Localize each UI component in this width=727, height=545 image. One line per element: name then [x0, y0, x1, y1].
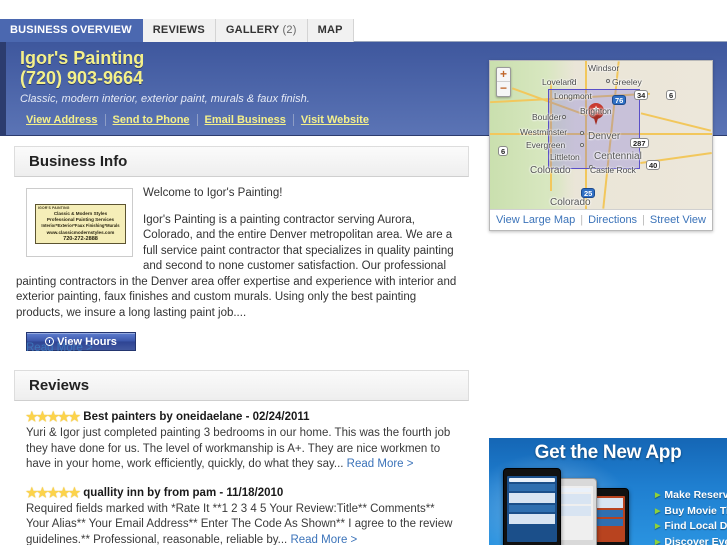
- business-logo-artwork: IGOR'S PAINTING Classic & Modern Styles …: [35, 204, 126, 244]
- phone-image-1: [503, 468, 561, 545]
- map-label: Longmont: [554, 91, 592, 101]
- map-widget: ★ + − Loveland Greeley Windsor Longmont …: [489, 60, 713, 231]
- right-rail: ★ + − Loveland Greeley Windsor Longmont …: [489, 0, 727, 545]
- main-content: Business Info IGOR'S PAINTING Classic & …: [0, 137, 479, 545]
- highway-shield: 6: [666, 90, 677, 100]
- map-label: Loveland: [542, 77, 577, 87]
- send-to-phone-link[interactable]: Send to Phone: [104, 114, 197, 126]
- map-links-bar: View Large Map | Directions | Street View: [490, 209, 712, 230]
- view-address-link[interactable]: View Address: [20, 114, 105, 126]
- highway-shield: 6: [498, 146, 509, 156]
- map-label-colorado: Colorado: [530, 165, 571, 176]
- reviews-body: ★★★★★ Best painters by oneidaelane - 02/2…: [14, 401, 469, 545]
- map-label: Castle Rock: [590, 165, 636, 175]
- ad-bullet-item: Make Reservations: [655, 488, 727, 504]
- ad-bullet-item: Buy Movie Tickets: [655, 504, 727, 520]
- tab-gallery-count: (2): [282, 24, 297, 36]
- star-rating-icon: ★★★★★: [26, 484, 80, 500]
- tab-map-label: MAP: [317, 24, 343, 36]
- reviews-panel: Reviews ★★★★★ Best painters by oneidaelan…: [14, 370, 469, 545]
- business-logo[interactable]: IGOR'S PAINTING Classic & Modern Styles …: [26, 188, 133, 257]
- directions-link[interactable]: Directions: [583, 214, 642, 226]
- view-large-map-link[interactable]: View Large Map: [491, 214, 580, 226]
- star-rating-icon: ★★★★★: [26, 409, 80, 424]
- street-view-link[interactable]: Street View: [645, 214, 711, 226]
- email-business-link[interactable]: Email Business: [196, 114, 293, 126]
- map-canvas[interactable]: ★ + − Loveland Greeley Windsor Longmont …: [490, 61, 712, 209]
- map-label: Evergreen: [526, 140, 566, 150]
- highway-shield: 287: [630, 138, 649, 148]
- map-label: Boulder: [532, 112, 562, 122]
- map-zoom-controls[interactable]: + −: [496, 67, 511, 97]
- business-info-body: IGOR'S PAINTING Classic & Modern Styles …: [14, 177, 469, 356]
- review-item: ★★★★★ quallity inn by from pam - 11/18/20…: [16, 484, 467, 545]
- logo-line-6: 720-272-2888: [63, 235, 98, 242]
- interstate-shield: 25: [581, 188, 596, 198]
- map-label-colorado-2: Colorado: [550, 197, 591, 208]
- ad-bullet-list: Make Reservations Buy Movie Tickets Find…: [615, 488, 727, 545]
- business-info-read-more[interactable]: Read More >: [26, 342, 93, 354]
- reviews-heading: Reviews: [14, 370, 469, 401]
- ad-bullet-item: Discover Events: [655, 535, 727, 545]
- logo-line-4: Interior*Exterior*Faux Finishing*Murals: [41, 223, 120, 228]
- map-label-denver: Denver: [588, 131, 621, 142]
- logo-line-3: Professional Painting Services: [46, 217, 115, 222]
- map-label: Littleton: [550, 152, 580, 162]
- review-title-row: ★★★★★ Best painters by oneidaelane - 02/2…: [26, 410, 457, 425]
- review-body-text: Yuri & Igor just completed painting 3 be…: [26, 426, 457, 473]
- map-label: Windsor: [588, 63, 620, 73]
- review-title-row: ★★★★★ quallity inn by from pam - 11/18/20…: [26, 484, 457, 501]
- map-label: Greeley: [612, 77, 642, 87]
- logo-line-1: IGOR'S PAINTING: [38, 206, 70, 210]
- review-title-text: quallity inn by from pam - 11/18/2010: [83, 486, 284, 499]
- highway-shield: 34: [634, 90, 649, 100]
- tab-reviews[interactable]: REVIEWS: [142, 19, 216, 42]
- business-listing-page: BUSINESS OVERVIEW REVIEWS GALLERY (2) MA…: [0, 0, 727, 545]
- tab-business-overview-label: BUSINESS OVERVIEW: [10, 24, 132, 36]
- tab-business-overview[interactable]: BUSINESS OVERVIEW: [0, 19, 143, 42]
- tab-gallery[interactable]: GALLERY (2): [215, 19, 308, 42]
- interstate-shield: 76: [612, 95, 627, 105]
- business-info-heading: Business Info: [14, 146, 469, 177]
- logo-line-2: Classic & Modern Styles: [53, 211, 108, 216]
- ad-bullet-item: Find Local Deals: [655, 519, 727, 535]
- map-label-centennial: Centennial: [594, 151, 642, 162]
- review-title-text: Best painters by oneidaelane - 02/24/201…: [83, 411, 310, 423]
- logo-line-5: www.classicmodernstyles.com: [46, 229, 115, 235]
- review-read-more[interactable]: Read More >: [290, 534, 357, 545]
- review-item: ★★★★★ Best painters by oneidaelane - 02/2…: [16, 410, 467, 473]
- app-promo-ad[interactable]: Get the New App Make Reservations Buy Mo…: [489, 438, 727, 545]
- visit-website-link[interactable]: Visit Website: [292, 114, 376, 126]
- review-excerpt: Required fields marked with *Rate It **1…: [26, 502, 453, 545]
- zoom-in-button[interactable]: +: [497, 68, 510, 82]
- map-label: Brighton: [580, 106, 612, 116]
- tab-gallery-label: GALLERY: [225, 24, 280, 36]
- map-label: Westminster: [520, 127, 568, 137]
- tab-map[interactable]: MAP: [307, 19, 354, 42]
- zoom-out-button[interactable]: −: [497, 82, 510, 96]
- review-read-more[interactable]: Read More >: [347, 458, 414, 470]
- review-body-text: Required fields marked with *Rate It **1…: [26, 502, 457, 545]
- ad-phone-images: [497, 468, 629, 545]
- tab-reviews-label: REVIEWS: [152, 24, 205, 36]
- business-info-panel: Business Info IGOR'S PAINTING Classic & …: [14, 146, 469, 356]
- highway-shield: 40: [646, 160, 661, 170]
